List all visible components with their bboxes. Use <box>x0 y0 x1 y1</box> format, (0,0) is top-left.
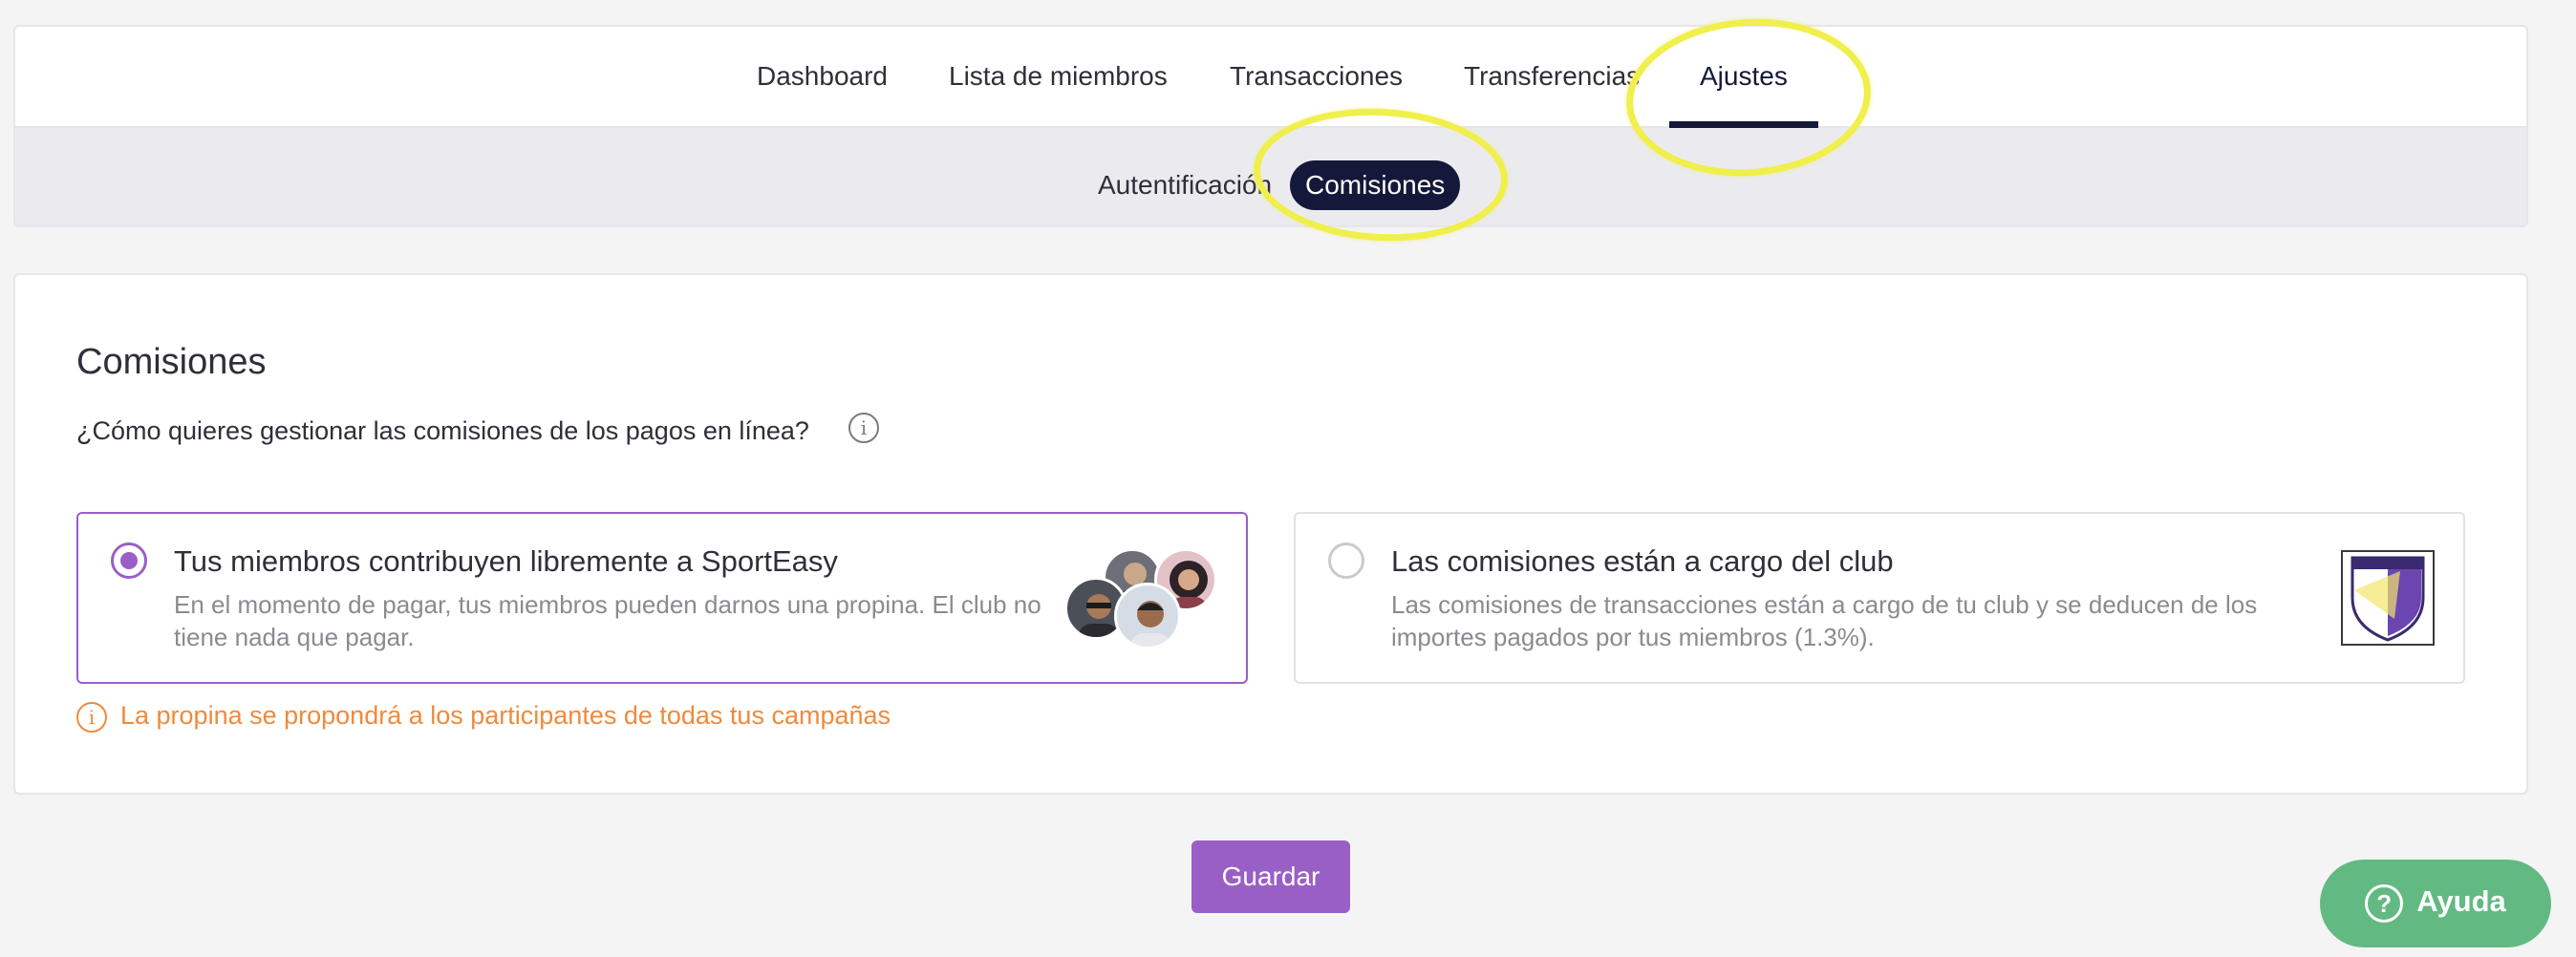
option-description: En el momento de pagar, tus miembros pue… <box>174 590 1041 651</box>
settings-subtabs: Autentificación Comisiones <box>15 128 2526 225</box>
main-tabs: Dashboard Lista de miembros Transaccione… <box>15 27 2526 128</box>
info-icon[interactable]: i <box>848 413 879 443</box>
subtab-commissions[interactable]: Comisiones <box>1290 160 1461 210</box>
commissions-panel: Comisiones ¿Cómo quieres gestionar las c… <box>13 273 2528 795</box>
tab-transfers[interactable]: Transferencias <box>1464 27 1640 128</box>
tab-settings[interactable]: Ajustes <box>1669 27 1818 128</box>
member-avatars <box>1064 548 1217 655</box>
help-button[interactable]: ? Ayuda <box>2320 860 2551 947</box>
section-title: Comisiones <box>76 342 267 382</box>
option-title: Las comisiones están a cargo del club <box>1391 544 1894 578</box>
commissions-question: ¿Cómo quieres gestionar las comisiones d… <box>76 416 809 445</box>
tip-warning: i La propina se propondrá a los participa… <box>76 701 891 733</box>
option-club-pays[interactable]: Las comisiones están a cargo del club La… <box>1294 512 2465 684</box>
settings-navigation: Dashboard Lista de miembros Transaccione… <box>13 25 2528 227</box>
help-label: Ayuda <box>2416 884 2506 919</box>
warning-text: La propina se propondrá a los participan… <box>120 701 891 730</box>
option-description: Las comisiones de transacciones están a … <box>1391 590 2258 651</box>
warning-info-icon: i <box>76 701 107 733</box>
subtab-authentication[interactable]: Autentificación <box>1098 160 1272 210</box>
tab-member-list[interactable]: Lista de miembros <box>949 27 1168 128</box>
save-button[interactable]: Guardar <box>1191 840 1350 913</box>
avatar <box>1114 583 1181 649</box>
radio-selected-icon[interactable] <box>111 542 147 579</box>
option-members-contribute[interactable]: Tus miembros contribuyen libremente a Sp… <box>76 512 1248 684</box>
radio-unselected-icon[interactable] <box>1328 542 1364 579</box>
tab-dashboard[interactable]: Dashboard <box>757 27 888 128</box>
club-logo <box>2341 550 2435 646</box>
option-title: Tus miembros contribuyen libremente a Sp… <box>174 544 838 578</box>
tab-transactions[interactable]: Transacciones <box>1230 27 1403 128</box>
question-icon: ? <box>2365 884 2404 923</box>
